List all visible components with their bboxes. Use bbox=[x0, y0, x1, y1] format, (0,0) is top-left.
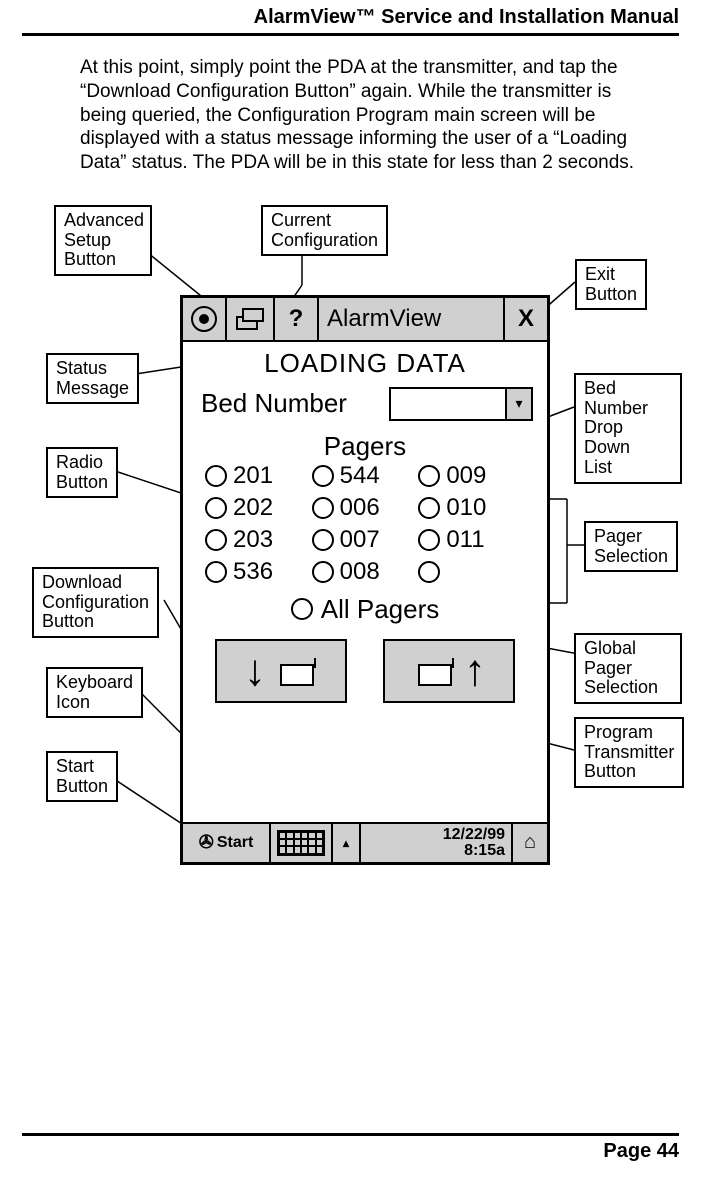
radio-icon bbox=[418, 561, 440, 583]
callout-bed-number-dropdown: Bed Number Drop Down List bbox=[574, 373, 682, 484]
radio-icon bbox=[205, 561, 227, 583]
pager-option[interactable] bbox=[418, 558, 525, 586]
chevron-down-icon[interactable]: ▾ bbox=[505, 389, 531, 419]
callout-global-pager-selection: Global Pager Selection bbox=[574, 633, 682, 704]
download-configuration-button[interactable]: ↓ bbox=[215, 639, 347, 703]
callout-radio-button: Radio Button bbox=[46, 447, 118, 499]
radio-icon bbox=[205, 529, 227, 551]
keyboard-button[interactable] bbox=[271, 824, 333, 862]
annotated-diagram: Advanced Setup Button Current Configurat… bbox=[22, 205, 682, 905]
radio-icon bbox=[418, 529, 440, 551]
pager-label: 201 bbox=[233, 462, 273, 490]
radio-icon bbox=[312, 561, 334, 583]
status-message: LOADING DATA bbox=[183, 348, 547, 379]
callout-keyboard-icon: Keyboard Icon bbox=[46, 667, 143, 719]
radio-icon bbox=[205, 497, 227, 519]
radio-icon bbox=[312, 529, 334, 551]
pager-option[interactable]: 008 bbox=[312, 558, 419, 586]
callout-exit-button: Exit Button bbox=[575, 259, 647, 311]
pager-label: 011 bbox=[446, 526, 484, 554]
bed-number-label: Bed Number bbox=[201, 388, 347, 419]
pager-label: 536 bbox=[233, 558, 273, 586]
pager-grid: 201 544 009 202 006 010 203 007 011 536 … bbox=[183, 462, 547, 586]
current-configuration-button[interactable]: ? bbox=[275, 298, 319, 340]
pager-option[interactable]: 536 bbox=[205, 558, 312, 586]
advanced-setup-button[interactable] bbox=[227, 298, 275, 340]
all-pagers-label: All Pagers bbox=[321, 594, 440, 625]
transmitter-icon bbox=[274, 656, 318, 686]
callout-download-configuration: Download Configuration Button bbox=[32, 567, 159, 638]
taskbar: ✇ Start ▴ 12/22/99 8:15a ⌂ bbox=[183, 822, 547, 862]
pager-label: 544 bbox=[340, 462, 380, 490]
radio-icon bbox=[291, 598, 313, 620]
callout-program-transmitter: Program Transmitter Button bbox=[574, 717, 684, 788]
pager-label: 006 bbox=[340, 494, 380, 522]
pager-option[interactable]: 202 bbox=[205, 494, 312, 522]
pager-label: 008 bbox=[340, 558, 380, 586]
pager-option[interactable]: 006 bbox=[312, 494, 419, 522]
arrow-down-icon: ↓ bbox=[244, 649, 266, 693]
title-bar: ? AlarmView X bbox=[183, 298, 547, 342]
body-paragraph: At this point, simply point the PDA at t… bbox=[80, 56, 660, 175]
desktop-button[interactable]: ⌂ bbox=[511, 824, 547, 862]
callout-pager-selection: Pager Selection bbox=[584, 521, 678, 573]
start-label: Start bbox=[217, 834, 253, 852]
bed-number-dropdown[interactable]: ▾ bbox=[389, 387, 533, 421]
home-icon: ⌂ bbox=[524, 831, 536, 854]
radio-indicator-icon[interactable] bbox=[183, 298, 227, 340]
radio-icon bbox=[418, 465, 440, 487]
pda-screen: ? AlarmView X LOADING DATA Bed Number ▾ … bbox=[180, 295, 550, 865]
transmitter-icon bbox=[412, 656, 456, 686]
input-panel-toggle[interactable]: ▴ bbox=[333, 824, 361, 862]
arrow-up-icon: ↑ bbox=[464, 649, 486, 693]
pager-option[interactable]: 544 bbox=[312, 462, 419, 490]
radio-icon bbox=[312, 465, 334, 487]
page-footer: Page 44 bbox=[22, 1133, 679, 1163]
radio-icon bbox=[418, 497, 440, 519]
callout-current-configuration: Current Configuration bbox=[261, 205, 388, 257]
pager-option[interactable]: 010 bbox=[418, 494, 525, 522]
start-button[interactable]: ✇ Start bbox=[183, 824, 271, 862]
app-title: AlarmView bbox=[319, 305, 503, 333]
start-icon: ✇ bbox=[199, 832, 214, 853]
pager-option[interactable]: 009 bbox=[418, 462, 525, 490]
radio-icon bbox=[205, 465, 227, 487]
pager-label: 007 bbox=[340, 526, 380, 554]
pager-option[interactable]: 203 bbox=[205, 526, 312, 554]
all-pagers-option[interactable]: All Pagers bbox=[183, 594, 547, 625]
bed-number-value[interactable] bbox=[391, 389, 505, 419]
clock-date: 12/22/99 bbox=[443, 827, 505, 843]
taskbar-clock: 12/22/99 8:15a bbox=[437, 827, 511, 859]
page-header: AlarmView™ Service and Installation Manu… bbox=[22, 0, 679, 36]
callout-advanced-setup: Advanced Setup Button bbox=[54, 205, 152, 276]
callout-status-message: Status Message bbox=[46, 353, 139, 405]
pagers-heading: Pagers bbox=[183, 431, 547, 462]
pager-label: 203 bbox=[233, 526, 273, 554]
program-transmitter-button[interactable]: ↑ bbox=[383, 639, 515, 703]
keyboard-icon bbox=[277, 830, 325, 856]
callout-start-button: Start Button bbox=[46, 751, 118, 803]
pager-option[interactable]: 007 bbox=[312, 526, 419, 554]
pager-label: 009 bbox=[446, 462, 486, 490]
exit-button[interactable]: X bbox=[503, 298, 547, 340]
advanced-setup-icon bbox=[235, 307, 265, 331]
clock-time: 8:15a bbox=[443, 843, 505, 859]
radio-icon bbox=[312, 497, 334, 519]
pager-option[interactable]: 011 bbox=[418, 526, 525, 554]
pager-label: 010 bbox=[446, 494, 486, 522]
pager-option[interactable]: 201 bbox=[205, 462, 312, 490]
pager-label: 202 bbox=[233, 494, 273, 522]
